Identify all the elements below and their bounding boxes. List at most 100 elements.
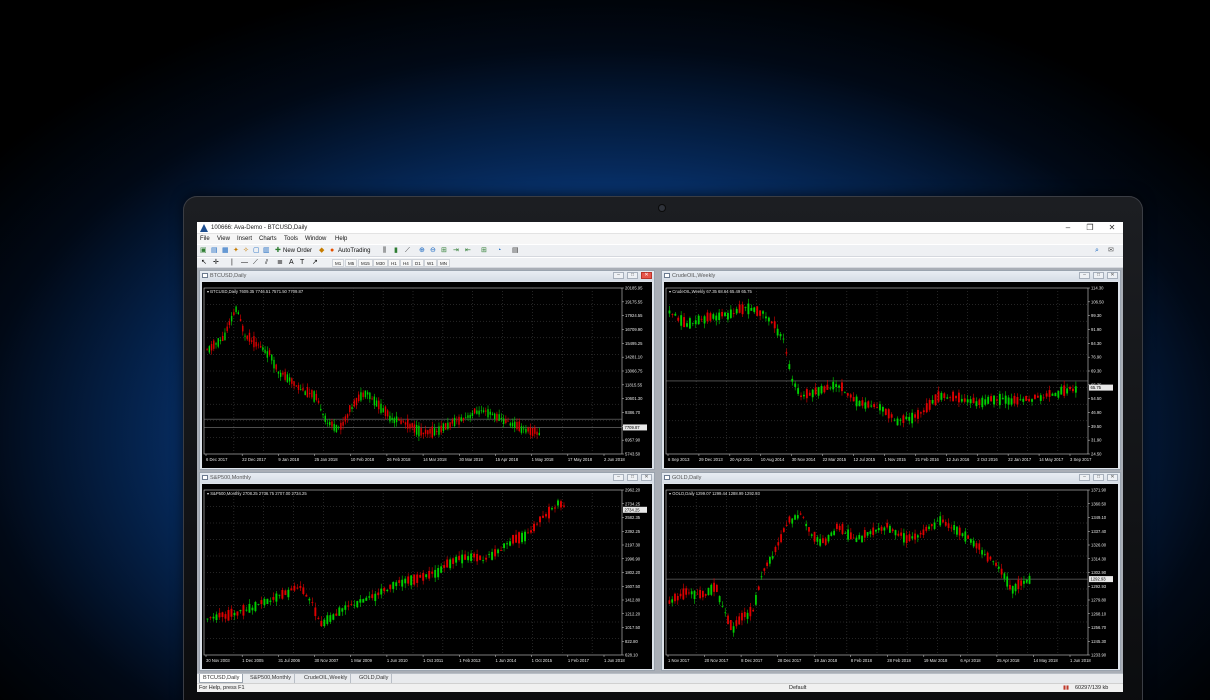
- chart-close-button[interactable]: ✕: [641, 272, 652, 279]
- candle-body: [852, 537, 855, 539]
- metaeditor-icon[interactable]: ◆: [319, 245, 324, 256]
- market-watch-icon[interactable]: ▦: [222, 245, 229, 256]
- candle-body: [563, 505, 565, 507]
- bar-chart-icon[interactable]: ⫼: [383, 245, 386, 256]
- chart-close-button[interactable]: ✕: [1107, 272, 1118, 279]
- text-icon[interactable]: A: [289, 258, 294, 268]
- horizontal-line-icon[interactable]: —: [241, 258, 248, 268]
- new-order-button[interactable]: New Order: [283, 245, 312, 257]
- cursor-icon[interactable]: ↖: [201, 258, 207, 268]
- menu-window[interactable]: Window: [305, 234, 326, 244]
- autoscroll-icon[interactable]: ⇥: [453, 245, 459, 256]
- timeframe-m1[interactable]: M1: [332, 259, 345, 267]
- new-chart-icon[interactable]: ▣: [200, 245, 207, 256]
- tester-icon[interactable]: ▥: [263, 245, 270, 256]
- chart-maximize-button[interactable]: □: [627, 474, 638, 481]
- navigator-icon[interactable]: ✧: [243, 245, 249, 256]
- menu-tools[interactable]: Tools: [284, 234, 298, 244]
- minimize-button[interactable]: –: [1057, 222, 1079, 234]
- y-axis-label: 1349.10: [1091, 515, 1107, 520]
- autotrading-icon[interactable]: ●: [330, 245, 334, 256]
- templates-icon[interactable]: ▤: [512, 245, 519, 256]
- y-axis-label: 2197.30: [625, 543, 641, 548]
- chart-window-btcusd[interactable]: BTCUSD,Daily – □ ✕ ▾ BTCUSD,Daily 7609.3…: [199, 270, 655, 470]
- candle-body: [811, 389, 814, 398]
- new-order-icon[interactable]: ✚: [275, 245, 281, 256]
- line-chart-icon[interactable]: ⟋: [405, 245, 410, 256]
- zoom-out-icon[interactable]: ⊖: [430, 245, 436, 256]
- crosshair-icon[interactable]: ✛: [213, 258, 219, 268]
- y-axis-label: 1245.30: [1091, 639, 1107, 644]
- chart-minimize-button[interactable]: –: [613, 272, 624, 279]
- maximize-button[interactable]: ❐: [1079, 222, 1101, 234]
- candle-body: [992, 561, 995, 563]
- zoom-in-icon[interactable]: ⊕: [419, 245, 425, 256]
- chart-window-sp500[interactable]: S&P500,Monthly – □ ✕ ▾ S&P500,Monthly 27…: [199, 472, 655, 671]
- chart-shift-icon[interactable]: ⇤: [465, 245, 471, 256]
- tile-windows-icon[interactable]: ⊞: [441, 245, 447, 256]
- autotrading-button[interactable]: AutoTrading: [338, 245, 370, 257]
- chart-maximize-button[interactable]: □: [1093, 272, 1104, 279]
- channel-icon[interactable]: ⫽: [265, 258, 268, 268]
- periods-icon[interactable]: ◔: [497, 245, 501, 256]
- x-axis-label: 9 Jan 2018: [278, 457, 299, 462]
- close-button[interactable]: ✕: [1101, 222, 1123, 234]
- menu-file[interactable]: File: [200, 234, 210, 244]
- timeframe-w1[interactable]: W1: [424, 259, 437, 267]
- chart-window-crudeoil[interactable]: CrudeOIL,Weekly – □ ✕ ▾ CrudeOIL,Weekly …: [661, 270, 1121, 470]
- candle-body: [817, 387, 820, 396]
- trendline-icon[interactable]: ⟋: [253, 258, 258, 268]
- tab-gold-daily[interactable]: GOLD,Daily: [356, 674, 393, 683]
- chart-minimize-button[interactable]: –: [1079, 272, 1090, 279]
- search-icon[interactable]: ⌕: [1095, 245, 1099, 256]
- tab-crudeoil-weekly[interactable]: CrudeOIL,Weekly: [301, 674, 352, 683]
- timeframe-d1[interactable]: D1: [412, 259, 424, 267]
- menu-view[interactable]: View: [217, 234, 230, 244]
- candle-body: [955, 395, 957, 399]
- candle-body: [362, 599, 365, 603]
- profiles-icon[interactable]: ▤: [211, 245, 218, 256]
- chart-minimize-button[interactable]: –: [1079, 474, 1090, 481]
- arrows-icon[interactable]: ↗: [312, 258, 318, 268]
- candle-body: [746, 612, 749, 619]
- chart-close-button[interactable]: ✕: [641, 474, 652, 481]
- chat-icon[interactable]: ✉: [1108, 245, 1114, 256]
- candle-body: [776, 328, 779, 336]
- chart-canvas-gold[interactable]: ▾ GOLD,Daily 1299.07 1299.44 1288.99 129…: [664, 484, 1118, 669]
- chart-minimize-button[interactable]: –: [613, 474, 624, 481]
- x-axis-label: 20 Apr 2014: [730, 457, 753, 462]
- timeframe-h1[interactable]: H1: [388, 259, 400, 267]
- candle-body: [1004, 395, 1007, 404]
- terminal-icon[interactable]: ▢: [253, 245, 260, 256]
- chart-maximize-button[interactable]: □: [1093, 474, 1104, 481]
- tab-btcusd-daily[interactable]: BTCUSD,Daily: [199, 674, 244, 683]
- chart-close-button[interactable]: ✕: [1107, 474, 1118, 481]
- timeframe-m5[interactable]: M5: [345, 259, 358, 267]
- chart-canvas-crudeoil[interactable]: ▾ CrudeOIL,Weekly 67.35 68.64 65.49 65.7…: [664, 282, 1118, 468]
- timeframe-h4[interactable]: H4: [400, 259, 412, 267]
- candle-body: [208, 346, 211, 353]
- timeframe-m15[interactable]: M15: [358, 259, 373, 267]
- chart-window-gold[interactable]: GOLD,Daily – □ ✕ ▾ GOLD,Daily 1299.07 12…: [661, 472, 1121, 671]
- menu-help[interactable]: Help: [335, 234, 347, 244]
- text-label-icon[interactable]: T: [300, 258, 304, 268]
- menu-insert[interactable]: Insert: [237, 234, 252, 244]
- timeframe-m30[interactable]: M30: [373, 259, 388, 267]
- chart-canvas-sp500[interactable]: ▾ S&P500,Monthly 2708.25 2736.75 2707.00…: [202, 484, 652, 669]
- candle-body: [287, 589, 290, 598]
- indicators-icon[interactable]: ⊞: [481, 245, 487, 256]
- menu-charts[interactable]: Charts: [259, 234, 277, 244]
- candle-body: [1010, 398, 1013, 405]
- x-axis-label: 30 Nov 2014: [792, 457, 816, 462]
- y-axis-label: 54.50: [1091, 396, 1102, 401]
- candle-body: [314, 607, 317, 617]
- tab-sp500-monthly[interactable]: S&P500,Monthly: [247, 674, 295, 683]
- candlestick-chart-icon[interactable]: ▮: [394, 245, 398, 256]
- status-profile: Default: [789, 685, 807, 691]
- vertical-line-icon[interactable]: |: [231, 258, 233, 268]
- fibonacci-icon[interactable]: ≣: [277, 258, 283, 268]
- chart-canvas-btcusd[interactable]: ▾ BTCUSD,Daily 7609.35 7746.51 7571.50 7…: [202, 282, 652, 468]
- timeframe-mn[interactable]: MN: [437, 259, 450, 267]
- data-window-icon[interactable]: ✦: [233, 245, 239, 256]
- chart-maximize-button[interactable]: □: [627, 272, 638, 279]
